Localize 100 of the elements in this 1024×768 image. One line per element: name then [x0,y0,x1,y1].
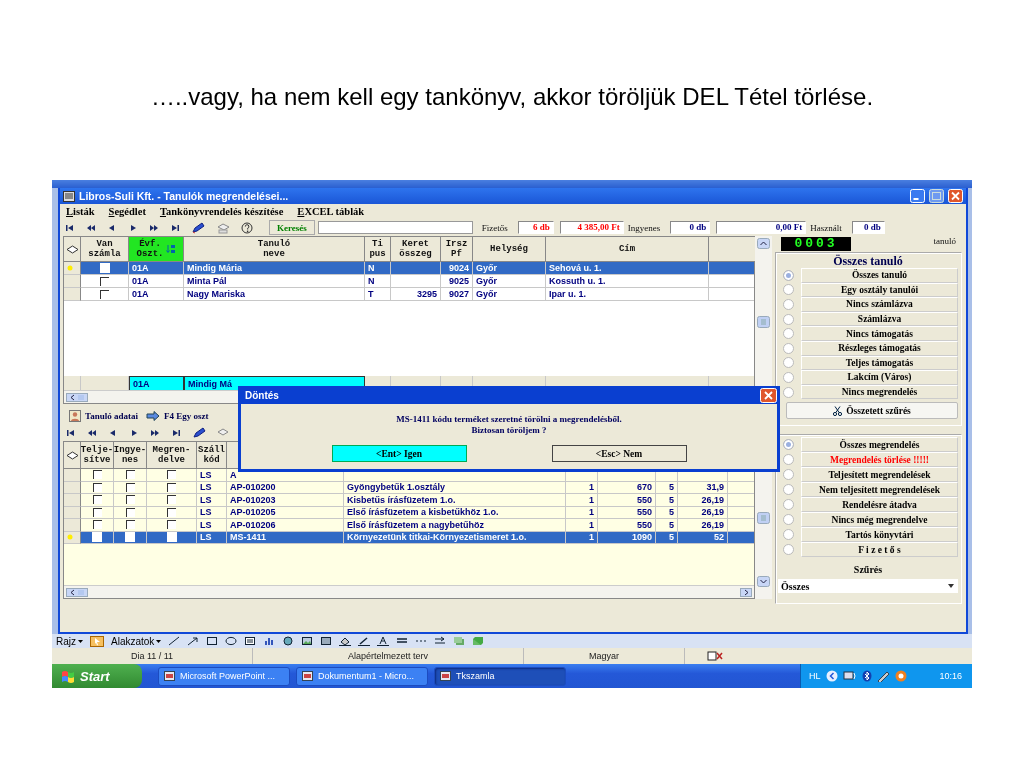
next-record-icon[interactable] [128,223,138,232]
column-header[interactable]: Száll kód [197,442,227,469]
menu-item[interactable]: Tankönyvrendelés készítése [159,206,284,217]
scroll-right-icon[interactable] [740,587,752,597]
filter-button[interactable]: Lakcím (Város) [801,370,958,385]
scroll-left-icon[interactable] [66,392,88,402]
pen-icon[interactable] [876,670,890,682]
student-data-button[interactable]: Tanuló adatai [69,410,138,422]
chart-icon[interactable] [263,636,276,646]
checkbox[interactable] [167,520,176,530]
taskbar-button[interactable]: Tkszamla [434,666,566,686]
diagram-icon[interactable] [282,636,295,646]
scroll-left-icon[interactable] [66,587,88,597]
column-header[interactable]: Irsz Pf [441,237,473,262]
arrow-icon[interactable] [187,636,200,646]
checkbox[interactable] [167,470,176,480]
line-style-icon[interactable] [396,636,409,646]
pencil-icon[interactable] [192,426,206,439]
close-button[interactable] [760,387,777,403]
arrow-style-icon[interactable] [434,636,447,646]
checkbox[interactable] [92,495,102,505]
menu-item[interactable]: Listák [66,206,95,217]
radio-button[interactable] [783,328,794,340]
column-header[interactable]: Cím [546,237,709,262]
previous-page-icon[interactable] [86,223,96,232]
filter-button[interactable]: F i z e t ő s [801,542,958,557]
first-record-icon[interactable] [65,223,75,232]
line-icon[interactable] [168,636,181,646]
filter-dropdown[interactable]: Összes [778,579,958,593]
radio-button[interactable] [783,499,794,510]
class-filter-button[interactable]: F4 Egy oszt [145,411,209,421]
oval-icon[interactable] [225,636,238,646]
radio-button[interactable] [783,484,794,495]
taskbar-button[interactable]: Dokumentum1 - Micro... [296,666,428,686]
radio-button[interactable] [783,269,794,281]
select-icon[interactable] [90,635,104,647]
radio-button[interactable] [783,544,794,555]
menu-item[interactable]: EXCEL táblák [297,206,365,217]
line-color-icon[interactable] [358,636,371,646]
table-row[interactable]: LS AP-010205 Első írásfüzetem a kisbetűkhöz 1.o. 1 550 5 26,19 [64,506,754,519]
picture-icon[interactable] [301,636,314,646]
column-header[interactable]: Keret összeg [391,237,441,262]
checkbox[interactable] [92,520,102,530]
minimize-button[interactable] [910,189,925,203]
filter-button[interactable]: Rendelésre átadva [801,497,958,512]
chevron-icon[interactable] [825,670,838,682]
table-row[interactable]: 01A Mindig Mária N 9024 Győr Sehová u. 1. [64,262,754,275]
column-header[interactable]: Helység [473,237,546,262]
font-color-icon[interactable] [377,636,390,646]
checkbox[interactable] [92,532,102,543]
column-header[interactable] [709,237,756,262]
previous-page-icon[interactable] [87,428,97,437]
checkbox[interactable] [92,482,102,492]
table-row[interactable]: LS AP-010206 Első írásfüzetem a nagybetűhöz 1 550 5 26,19 [64,519,754,532]
checkbox[interactable] [100,276,109,286]
dialog-button[interactable]: <Ent> Igen [331,445,467,462]
filter-button[interactable]: Összes tanuló [801,268,958,283]
checkbox[interactable] [100,289,109,299]
column-header[interactable]: Ti pus [365,237,391,262]
column-header[interactable]: Telje- sítve [81,442,114,469]
draw-menu[interactable]: Rajz [56,635,83,647]
scroll-up-icon[interactable] [757,238,770,249]
checkbox[interactable] [125,470,135,480]
close-button[interactable] [948,189,963,203]
shapes-menu[interactable]: Alakzatok [111,635,162,647]
first-record-icon[interactable] [66,428,76,437]
network-icon[interactable] [842,670,857,682]
checkbox[interactable] [167,495,176,505]
next-page-icon[interactable] [149,223,159,232]
next-record-icon[interactable] [129,428,139,437]
filter-button[interactable]: Teljesített megrendelések [801,467,958,482]
previous-record-icon[interactable] [108,428,118,437]
radio-button[interactable] [783,386,794,398]
previous-record-icon[interactable] [107,223,117,232]
column-header[interactable]: Ingye- nes [114,442,147,469]
checkbox[interactable] [167,482,176,492]
last-record-icon[interactable] [170,223,180,232]
checkbox[interactable] [125,495,135,505]
checkbox[interactable] [92,470,102,480]
radio-button[interactable] [783,313,794,325]
checkbox[interactable] [125,482,135,492]
checkbox[interactable] [99,263,110,273]
scroll-down-icon[interactable] [757,576,770,587]
search-field[interactable] [317,221,473,234]
column-header[interactable]: Megren- delve [147,442,197,469]
combined-filter-button[interactable]: Összetett szűrés [786,402,958,420]
last-record-icon[interactable] [171,428,181,437]
filter-button[interactable]: Tartós könyvtári [801,527,958,542]
table-row[interactable]: LS MS-1411 Környezetünk titkai-Környezetismeret 1.o. 1 1090 5 52 [64,531,754,544]
scroll-thumb-icon[interactable] [757,512,770,524]
scroll-thumb-icon[interactable] [757,316,770,328]
column-header[interactable]: Van számla [81,237,129,262]
sort-icon[interactable] [165,244,176,254]
checkbox[interactable] [167,507,176,517]
checkbox[interactable] [125,507,135,517]
checkbox[interactable] [166,532,177,543]
radio-button[interactable] [783,529,794,540]
start-button[interactable]: Start [52,664,142,688]
table-row[interactable]: LS AP-010203 Kisbetűs írásfüzetem 1.o. 1 550 5 26,19 [64,494,754,507]
help-icon[interactable] [241,221,253,234]
